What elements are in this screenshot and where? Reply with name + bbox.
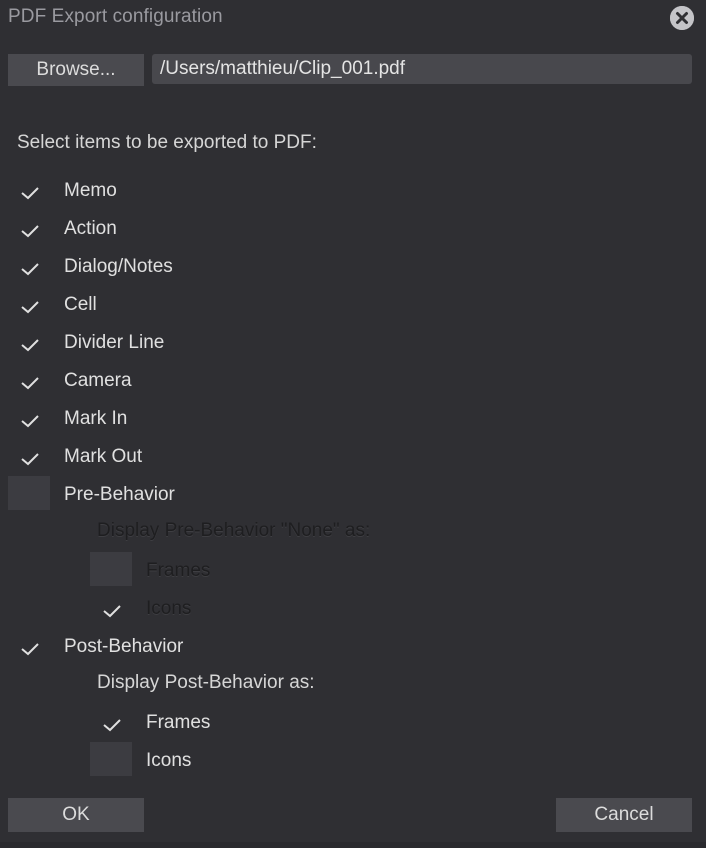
checkbox-label: Divider Line: [64, 332, 165, 353]
checkmark-icon: [21, 339, 39, 352]
checkmark-icon: [103, 719, 121, 732]
checkbox-box: [90, 594, 132, 628]
checkmark-icon: [21, 263, 39, 276]
browse-button[interactable]: Browse...: [8, 54, 144, 86]
close-button[interactable]: [670, 6, 694, 30]
bottom-edge: [0, 842, 706, 848]
checkmark-icon: [21, 643, 39, 656]
checkmark-icon: [21, 187, 39, 200]
checkbox-box: [8, 442, 50, 476]
checkbox-label: Memo: [64, 180, 117, 201]
checkbox-label: Icons: [146, 598, 192, 619]
checkbox-label: Cell: [64, 294, 97, 315]
checkmark-icon: [103, 605, 121, 618]
dialog-title: PDF Export configuration: [8, 6, 223, 27]
checkbox-label: Icons: [146, 750, 192, 771]
checkbox-box: [8, 176, 50, 210]
checkbox-box: [8, 328, 50, 362]
checkbox-label: Action: [64, 218, 117, 239]
checkbox-box: [8, 404, 50, 438]
checkbox-label: Pre-Behavior: [64, 484, 175, 505]
checkbox-box: [90, 552, 132, 586]
checkbox-box: [90, 742, 132, 776]
pre-behavior-display-label: Display Pre-Behavior "None" as:: [97, 520, 371, 541]
checkmark-icon: [21, 301, 39, 314]
pdf-export-dialog: PDF Export configuration Browse... Selec…: [0, 0, 706, 848]
checkbox-box: [8, 366, 50, 400]
close-circle-icon: [670, 6, 694, 30]
checkbox-label: Mark Out: [64, 446, 143, 467]
checkbox-box: [8, 290, 50, 324]
checkbox-label: Camera: [64, 370, 132, 391]
checkbox-box: [8, 632, 50, 666]
checkmark-icon: [21, 225, 39, 238]
checkbox-label: Mark In: [64, 408, 128, 429]
cancel-button[interactable]: Cancel: [556, 798, 692, 832]
checkbox-box: [8, 476, 50, 510]
section-label: Select items to be exported to PDF:: [17, 132, 317, 153]
checkbox-box: [8, 214, 50, 248]
checkbox-box: [90, 708, 132, 742]
checkbox-box: [8, 252, 50, 286]
checkbox-label: Frames: [146, 560, 211, 581]
checkbox-label: Dialog/Notes: [64, 256, 173, 277]
checkmark-icon: [21, 415, 39, 428]
file-path-input[interactable]: [152, 54, 692, 84]
checkbox-label: Post-Behavior: [64, 636, 184, 657]
checkmark-icon: [21, 377, 39, 390]
checkbox-label: Frames: [146, 712, 211, 733]
post-behavior-display-label: Display Post-Behavior as:: [97, 672, 315, 693]
ok-button[interactable]: OK: [8, 798, 144, 832]
checkmark-icon: [21, 453, 39, 466]
